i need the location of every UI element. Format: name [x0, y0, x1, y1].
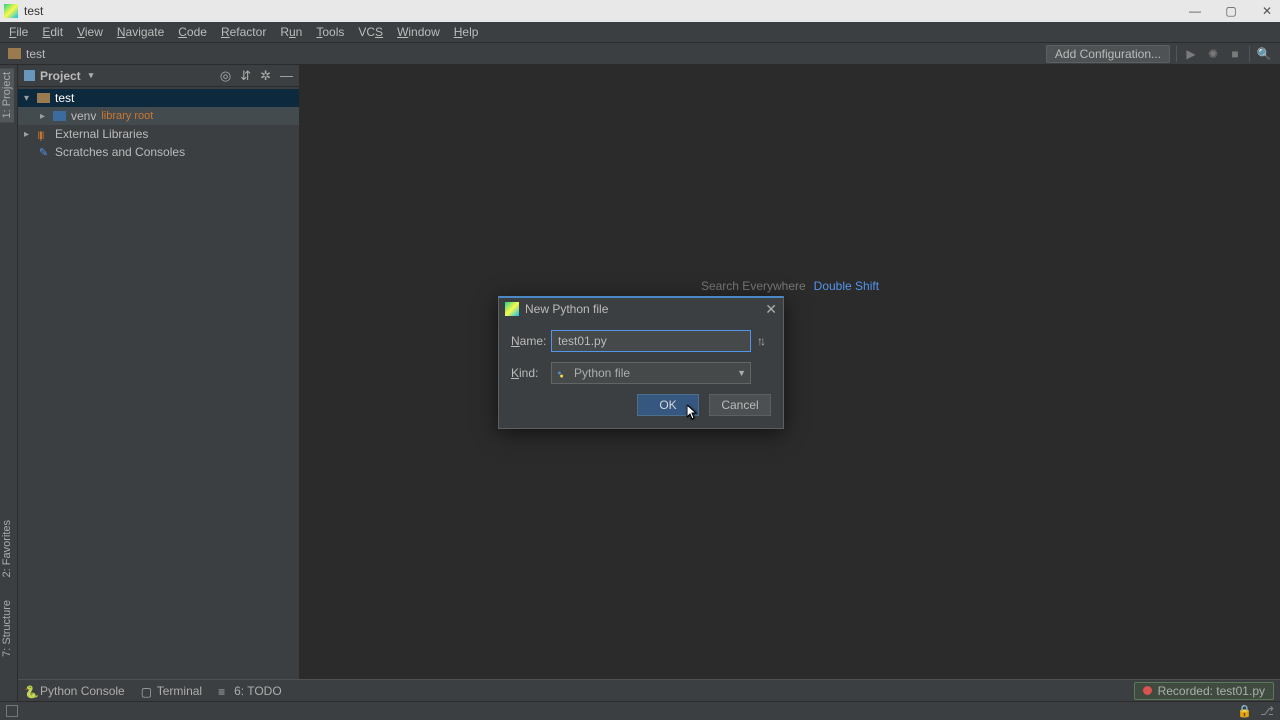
app-icon — [505, 302, 519, 316]
new-python-file-dialog: New Python file ✕ Name: ↑↓ Kind: Python … — [498, 296, 784, 429]
cancel-button[interactable]: Cancel — [709, 394, 771, 416]
ok-button[interactable]: OK — [637, 394, 699, 416]
kind-select[interactable]: Python file ▼ — [551, 362, 751, 384]
kind-label: Kind: — [511, 366, 551, 380]
dialog-titlebar: New Python file ✕ — [499, 298, 783, 320]
sort-icon[interactable]: ↑↓ — [757, 334, 771, 348]
dialog-title: New Python file — [525, 302, 608, 316]
kind-value: Python file — [574, 366, 630, 380]
name-label: Name: — [511, 334, 551, 348]
name-input[interactable] — [551, 330, 751, 352]
chevron-down-icon: ▼ — [737, 368, 746, 378]
dialog-overlay: New Python file ✕ Name: ↑↓ Kind: Python … — [0, 0, 1280, 720]
dialog-close-icon[interactable]: ✕ — [765, 301, 777, 318]
dialog-body: Name: ↑↓ Kind: Python file ▼ OK Cancel — [499, 320, 783, 428]
python-file-icon — [556, 367, 569, 380]
